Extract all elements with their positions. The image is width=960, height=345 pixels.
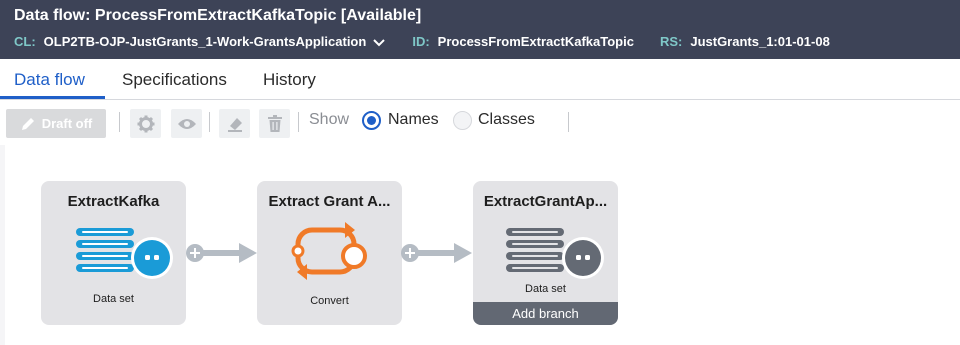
shape-extract-grant-convert[interactable]: Extract Grant A... Convert [257,181,402,325]
preview-button[interactable] [171,109,202,138]
tab-bar: Data flow Specifications History [0,59,960,100]
rule-meta: CL: OLP2TB-OJP-JustGrants_1-Work-GrantsA… [14,34,830,49]
tab-specifications[interactable]: Specifications [122,70,227,90]
id-label: ID: [412,34,430,49]
rs-value: JustGrants_1:01-01-08 [690,34,830,49]
toolbar-divider [209,112,210,132]
trash-icon [267,114,282,132]
eraser-icon [227,117,242,132]
settings-button[interactable] [130,109,161,138]
page-header: Data flow: ProcessFromExtractKafkaTopic … [0,0,960,59]
rs-label: RS: [659,34,683,49]
draft-off-button[interactable]: Draft off [6,109,106,138]
pencil-icon [21,117,34,130]
shape-extract-grant-dataset[interactable]: ExtractGrantAp... Data set Add branch [473,181,618,325]
toolbar: Draft off Show Names Classes [0,100,960,145]
names-radio[interactable] [362,111,381,130]
toolbar-divider [568,112,569,132]
names-radio-label[interactable]: Names [388,111,439,129]
page-title: Data flow: ProcessFromExtractKafkaTopic … [14,7,422,24]
draft-off-label: Draft off [41,116,93,131]
cl-label: CL: [14,34,36,49]
toolbar-divider [298,112,299,132]
cl-value[interactable]: OLP2TB-OJP-JustGrants_1-Work-GrantsAppli… [44,34,367,49]
connector-arrow[interactable] [400,238,472,268]
connector-arrow[interactable] [185,238,257,268]
tab-data-flow[interactable]: Data flow [14,70,85,90]
add-branch-button[interactable]: Add branch [473,302,618,325]
delete-button[interactable] [259,109,290,138]
eye-icon [177,118,196,129]
shape-type: Convert [310,295,349,307]
show-label: Show [309,111,350,128]
shape-type: Data set [93,293,134,305]
id-value: ProcessFromExtractKafkaTopic [437,34,634,49]
shape-extract-kafka[interactable]: ExtractKafka Data set [41,181,186,325]
tab-history[interactable]: History [263,70,316,90]
chevron-down-icon[interactable] [372,37,386,47]
classes-radio[interactable] [453,111,472,130]
classes-radio-label[interactable]: Classes [478,111,535,129]
active-tab-indicator [0,96,105,99]
shape-type: Data set [525,283,566,295]
gear-icon [137,115,154,132]
clear-button[interactable] [219,109,250,138]
toolbar-divider [119,112,120,132]
